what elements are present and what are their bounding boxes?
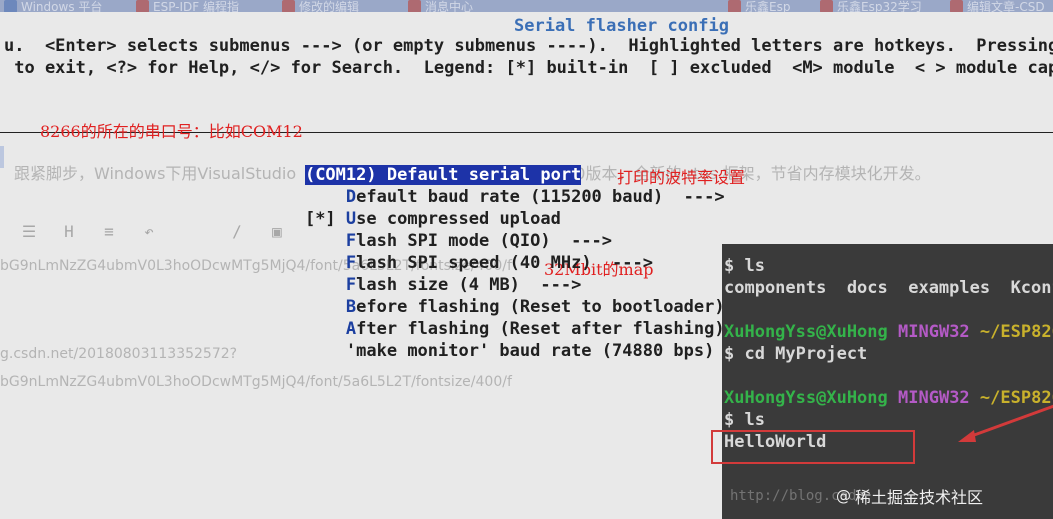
- ghost-url-text: bG9nLmNzZG4ubmV0L3hoODcwMTg5MjQ4/font/5a…: [0, 374, 512, 390]
- browser-tab[interactable]: 编辑文章-CSD: [950, 0, 1045, 12]
- menu-item-compressed-upload[interactable]: [*] Use compressed upload: [264, 189, 561, 229]
- browser-tab[interactable]: ESP-IDF 编程指: [136, 0, 239, 12]
- terminal-line: $ cd MyProject: [724, 344, 868, 364]
- terminal-inset: $ ls components docs examples Kconf XuHo…: [722, 244, 1053, 519]
- heading-icon[interactable]: H: [58, 222, 80, 241]
- menu-item-after-flashing[interactable]: After flashing (Reset after flashing) --…: [264, 299, 786, 339]
- menu-item-monitor-baud-rate[interactable]: 'make monitor' baud rate (74880 bps) ---…: [264, 321, 776, 361]
- list-icon[interactable]: ☰: [18, 222, 40, 241]
- annotation-arrow: [958, 404, 1053, 442]
- ghost-intro-text: 跟紧脚步，Windows下用VisualStudio: [14, 164, 297, 183]
- browser-tab-bar: Windows 平台 ESP-IDF 编程指 修改的编辑 消息中心 乐鑫Esp …: [0, 0, 1053, 12]
- menu-item-default-baud-rate[interactable]: Default baud rate (115200 baud) --->: [264, 167, 725, 207]
- browser-tab[interactable]: Windows 平台: [4, 0, 102, 12]
- csdn-icon: [728, 0, 741, 12]
- csdn-icon: [282, 0, 295, 12]
- windows-icon: [4, 0, 17, 12]
- menuconfig-help-line: to exit, <?> for Help, </> for Search. L…: [4, 58, 1053, 78]
- watermark: @ 稀土掘金技术社区: [836, 487, 984, 507]
- serial-port-annotation: 8266的所在的串口号：比如COM12: [40, 122, 303, 141]
- csdn-icon: [136, 0, 149, 12]
- browser-tab[interactable]: 乐鑫Esp32学习: [820, 0, 922, 12]
- menu-item-flash-size[interactable]: Flash size (4 MB) --->: [264, 255, 581, 295]
- browser-tab[interactable]: 修改的编辑: [282, 0, 359, 12]
- ghost-url-text: g.csdn.net/20180803113352572?: [0, 346, 238, 362]
- terminal-line: $ ls: [724, 410, 765, 430]
- browser-tab[interactable]: 乐鑫Esp: [728, 0, 790, 12]
- csdn-icon: [950, 0, 963, 12]
- menuconfig-help-line: u. <Enter> selects submenus ---> (or emp…: [4, 36, 1053, 56]
- strikethrough-icon[interactable]: ≡: [98, 222, 120, 241]
- menu-item-flash-spi-speed[interactable]: Flash SPI speed (40 MHz) --->: [264, 233, 653, 273]
- menuconfig-title: Serial flasher config: [514, 16, 729, 36]
- csdn-icon: [820, 0, 833, 12]
- ghost-quote-bar: [0, 146, 4, 168]
- terminal-line: components docs examples Kconf: [724, 278, 1053, 298]
- terminal-line: $ ls: [724, 256, 765, 276]
- editor-toolbar: ☰ H ≡ ↶ ∕ ▣: [18, 222, 288, 241]
- csdn-icon: [408, 0, 421, 12]
- menu-item-before-flashing[interactable]: Before flashing (Reset to bootloader) --…: [264, 277, 786, 317]
- menu-item-flash-spi-mode[interactable]: Flash SPI mode (QIO) --->: [264, 211, 612, 251]
- terminal-prompt: XuHongYss@XuHong MINGW32 ~/ESP826: [724, 322, 1053, 342]
- pen-icon[interactable]: ∕: [226, 222, 248, 241]
- undo-icon[interactable]: ↶: [138, 222, 160, 241]
- menu-item-default-serial-port[interactable]: (COM12) Default serial port: [264, 145, 582, 185]
- browser-tab[interactable]: 消息中心: [408, 0, 473, 12]
- highlight-box: [711, 430, 915, 464]
